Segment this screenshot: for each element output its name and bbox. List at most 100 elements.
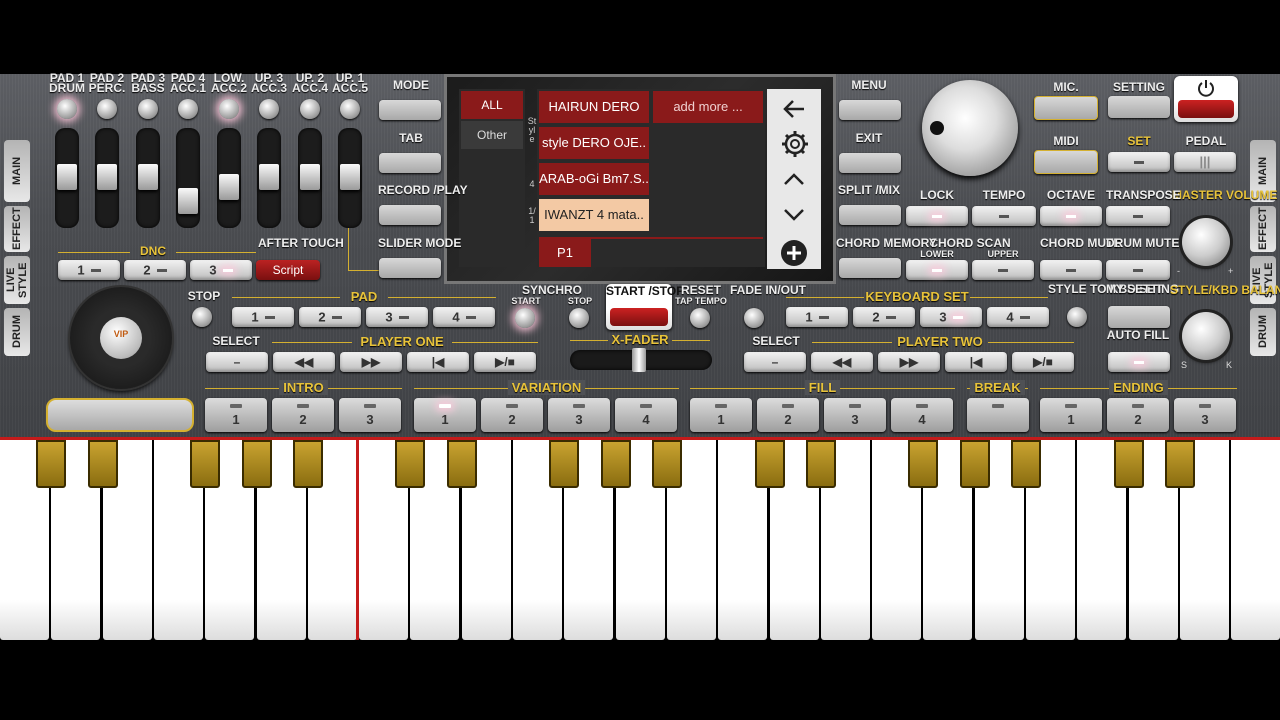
my-setting-button[interactable] [1108,306,1170,328]
black-key[interactable] [395,440,426,488]
variation-button-3[interactable]: 3 [548,398,610,432]
style-to-kbd-knob[interactable] [1067,307,1087,327]
xfader-handle[interactable] [632,348,646,372]
variation-button-2[interactable]: 2 [481,398,543,432]
right-menu-button-1[interactable] [839,100,901,120]
side-tab-effect-right[interactable]: EFFECT [1250,206,1276,252]
variation-button-4[interactable]: 4 [615,398,677,432]
synchro-start-knob[interactable] [515,308,535,328]
pad-knob-8[interactable] [340,99,360,119]
black-key[interactable] [190,440,221,488]
pad-knob-3[interactable] [138,99,158,119]
black-key[interactable] [87,440,118,488]
back-arrow-icon[interactable] [780,95,808,123]
pad-knob-1[interactable] [57,99,77,119]
intro-button-1[interactable]: 1 [205,398,267,432]
set-button[interactable] [1108,152,1170,172]
player-two-rewind-button[interactable]: ◀◀ [811,352,873,372]
ending-button-1[interactable]: 1 [1040,398,1102,432]
drum-mute-button[interactable] [1106,260,1170,280]
black-key[interactable] [1011,440,1041,488]
dnc-button-2[interactable]: 2 [124,260,186,280]
mic-button[interactable] [1034,96,1098,120]
fill-button-4[interactable]: 4 [891,398,953,432]
lock-row-button-3[interactable] [1040,206,1102,226]
dnc-button-1[interactable]: 1 [58,260,120,280]
style-name-button[interactable] [46,398,194,432]
pad-button-3[interactable]: 3 [366,307,428,327]
kbd-set-button-2[interactable]: 2 [853,307,915,327]
right-menu-button-2[interactable] [839,153,901,173]
pad-knob-2[interactable] [97,99,117,119]
chord-mute-button[interactable] [1040,260,1102,280]
slider-handle[interactable] [138,164,158,190]
black-key[interactable] [549,440,580,488]
style-item-1[interactable]: HAIRUN DERO [539,91,649,123]
lock-row-button-2[interactable] [972,206,1036,226]
slider-handle[interactable] [340,164,360,190]
black-key[interactable] [1113,440,1144,488]
side-tab-main-left[interactable]: MAIN [4,140,30,202]
ending-button-2[interactable]: 2 [1107,398,1169,432]
dnc-button-3[interactable]: 3 [190,260,252,280]
pad-button-2[interactable]: 2 [299,307,361,327]
add-more-button[interactable]: add more ... [653,91,763,123]
filter-all[interactable]: ALL [461,91,523,119]
player-one-play-stop-button[interactable]: ▶/■ [474,352,536,372]
filter-other[interactable]: Other [461,121,523,149]
side-tab-effect-left[interactable]: EFFECT [4,206,30,252]
fill-button-1[interactable]: 1 [690,398,752,432]
player-two-minus-button[interactable]: – [744,352,806,372]
side-tab-live-style-left[interactable]: LIVE STYLE [4,256,30,304]
black-key[interactable] [292,440,323,488]
master-volume-knob[interactable] [1182,218,1230,266]
plus-circle-icon[interactable] [780,239,808,267]
pad-stop-knob[interactable] [192,307,212,327]
slider-handle[interactable] [259,164,279,190]
pad-knob-7[interactable] [300,99,320,119]
gear-icon[interactable] [780,129,810,159]
intro-button-2[interactable]: 2 [272,398,334,432]
player-one-rewind-button[interactable]: ◀◀ [273,352,335,372]
player-two-skip-back-button[interactable]: |◀ [945,352,1007,372]
left-menu-button-3[interactable] [379,205,441,225]
lock-row-button-4[interactable] [1106,206,1170,226]
fill-button-3[interactable]: 3 [824,398,886,432]
black-key[interactable] [36,440,67,488]
black-key[interactable] [754,440,785,488]
pad-knob-6[interactable] [259,99,279,119]
player-two-fast-forward-button[interactable]: ▶▶ [878,352,940,372]
pad-knob-4[interactable] [178,99,198,119]
break-button-1[interactable] [967,398,1029,432]
black-key[interactable] [959,440,990,488]
side-tab-drum-left[interactable]: DRUM [4,308,30,356]
kbd-set-button-3[interactable]: 3 [920,307,982,327]
left-menu-button-4[interactable] [379,258,441,278]
right-menu-button-3[interactable] [839,205,901,225]
left-menu-button-2[interactable] [379,153,441,173]
kbd-set-button-4[interactable]: 4 [987,307,1049,327]
ending-button-3[interactable]: 3 [1174,398,1236,432]
auto-fill-button[interactable] [1108,352,1170,372]
chevron-up-icon[interactable] [782,171,806,187]
synchro-stop-knob[interactable] [569,308,589,328]
player-one-fast-forward-button[interactable]: ▶▶ [340,352,402,372]
intro-button-3[interactable]: 3 [339,398,401,432]
pad-button-1[interactable]: 1 [232,307,294,327]
balance-knob[interactable] [1182,312,1230,360]
style-item-2[interactable]: style DERO OJE.. [539,127,649,159]
black-key[interactable] [241,440,272,488]
left-menu-button-1[interactable] [379,100,441,120]
black-key[interactable] [446,440,477,488]
chord-scan-lower-button[interactable] [906,260,968,280]
chevron-down-icon[interactable] [782,207,806,223]
reset-knob[interactable] [690,308,710,328]
midi-button[interactable] [1034,150,1098,174]
white-key[interactable] [1231,440,1280,640]
black-key[interactable] [908,440,939,488]
player-one-minus-button[interactable]: – [206,352,268,372]
slider-handle[interactable] [97,164,117,190]
slider-handle[interactable] [219,174,239,200]
player-one-skip-back-button[interactable]: |◀ [407,352,469,372]
pad-button-4[interactable]: 4 [433,307,495,327]
